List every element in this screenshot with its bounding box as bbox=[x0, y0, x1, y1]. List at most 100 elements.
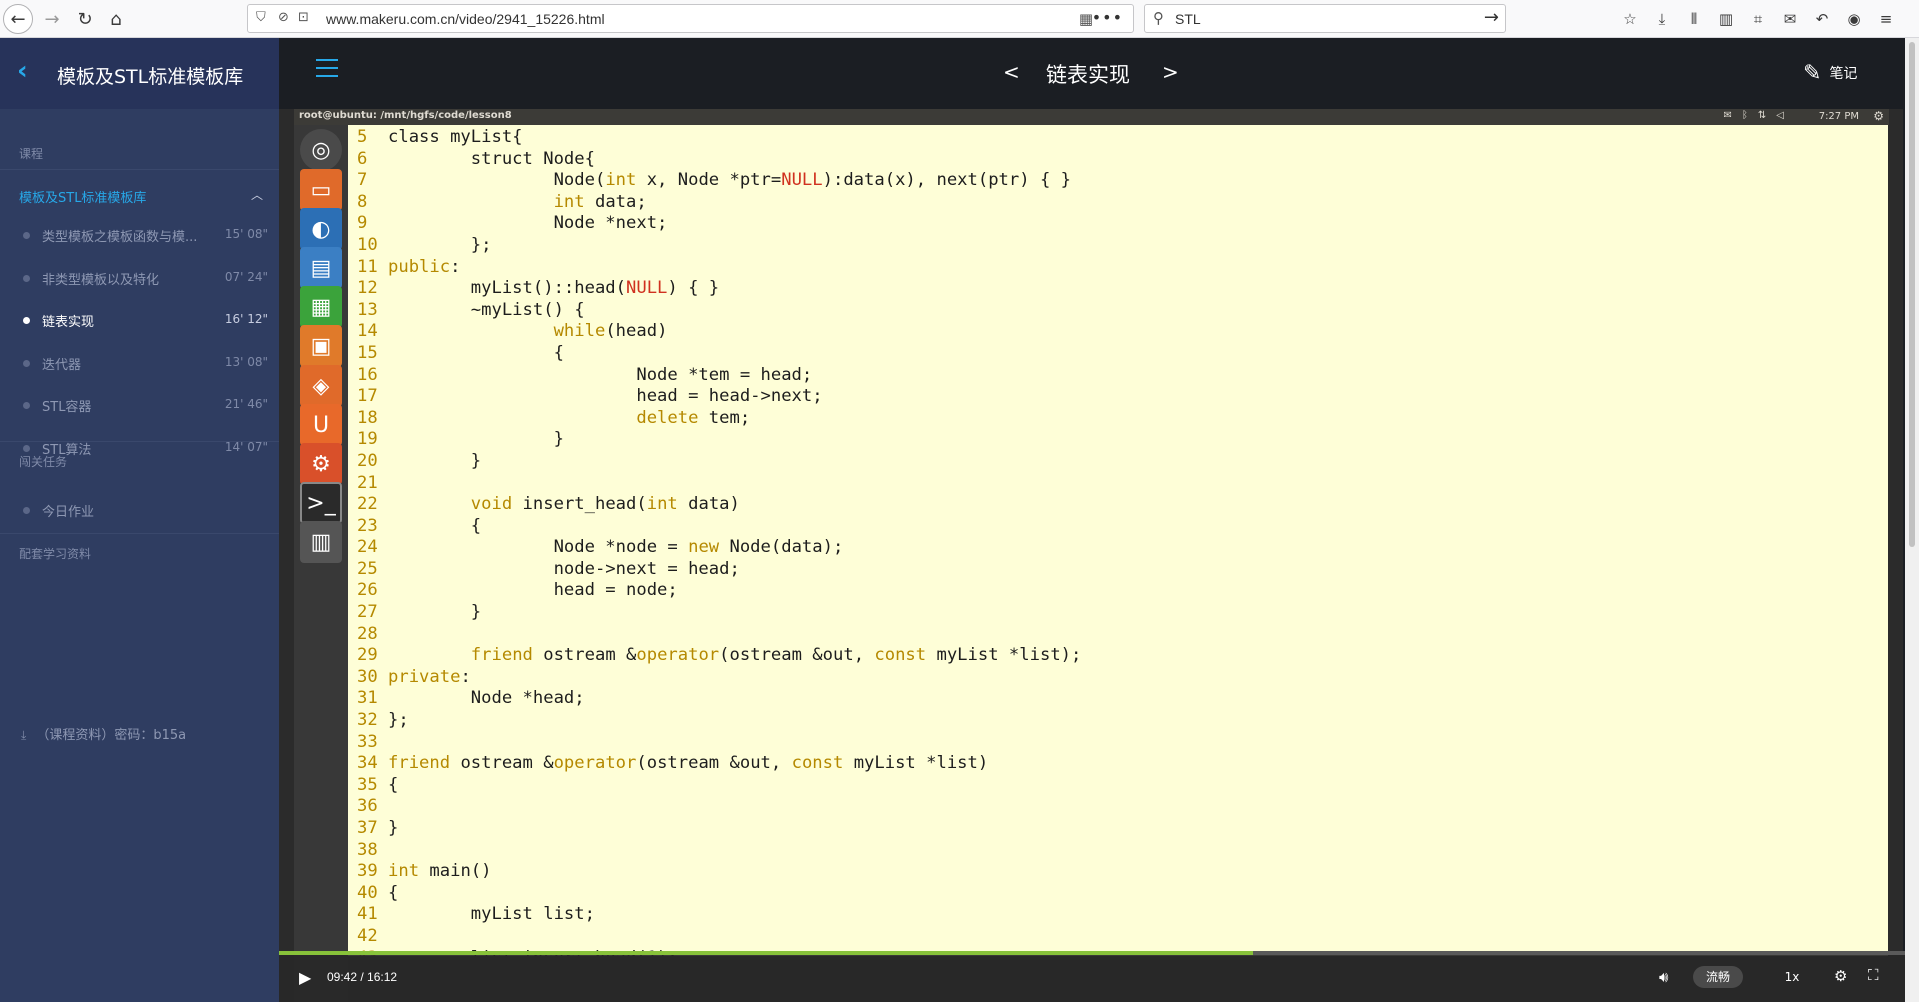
library-icon[interactable]: ⫴ bbox=[1684, 10, 1704, 28]
search-go-icon[interactable]: → bbox=[1484, 7, 1499, 28]
homework-item[interactable]: 今日作业 bbox=[0, 485, 279, 537]
code-line: 12 myList()::head(NULL) { } bbox=[357, 278, 1081, 300]
line-text: void insert_head(int data) bbox=[470, 494, 740, 515]
volume-icon[interactable]: 🔊︎ bbox=[1659, 968, 1668, 986]
line-number: 41 bbox=[357, 904, 378, 925]
browser-toolbar-icons: ☆ ⤓ ⫴ ▥ ⌗ ✉ ↶ ◉ ≡ bbox=[1620, 6, 1896, 32]
fullscreen-icon[interactable]: ⛶ bbox=[1868, 966, 1879, 984]
line-number: 32 bbox=[357, 710, 378, 731]
home-button[interactable]: ⌂ bbox=[101, 4, 131, 34]
line-number: 29 bbox=[357, 645, 378, 666]
terminal-icon: >_ bbox=[300, 482, 342, 524]
code-line: 31 Node *head; bbox=[357, 688, 1081, 710]
line-text: Node *next; bbox=[388, 213, 668, 234]
download-icon[interactable]: ⤓ bbox=[1652, 10, 1672, 28]
line-number: 7 bbox=[357, 170, 368, 191]
sidebar-icon[interactable]: ▥ bbox=[1716, 10, 1736, 28]
line-text: { bbox=[388, 515, 482, 536]
code-line: 14 while(head) bbox=[357, 321, 1081, 343]
line-text: int data; bbox=[553, 191, 647, 212]
player-controls: ▶ 09:42 / 16:12 🔊︎ 流畅 1x ⚙ ⛶ bbox=[279, 955, 1905, 1002]
search-bar[interactable]: ⚲ STL → bbox=[1144, 4, 1506, 33]
search-input[interactable]: STL bbox=[1175, 11, 1201, 27]
scrollbar-thumb[interactable] bbox=[1909, 42, 1915, 547]
hamburger-menu-icon[interactable] bbox=[316, 57, 340, 79]
account-icon[interactable]: ◉ bbox=[1844, 10, 1864, 28]
chevron-left-icon[interactable]: ‹ bbox=[17, 56, 28, 86]
section-course-label: 课程 bbox=[19, 147, 44, 161]
code-line: 5 class myList{ bbox=[357, 127, 1081, 149]
line-text: myList()::head(NULL) { } bbox=[388, 278, 720, 299]
code-line: 42 bbox=[357, 926, 1081, 948]
line-text: } bbox=[388, 818, 399, 838]
line-number: 8 bbox=[357, 191, 368, 212]
line-text: head = node; bbox=[388, 580, 678, 601]
chevron-up-icon[interactable]: ︿ bbox=[251, 186, 263, 203]
firefox-icon: ◐ bbox=[300, 208, 342, 250]
bullet-dot bbox=[23, 274, 30, 282]
line-text: struct Node{ bbox=[388, 148, 595, 169]
line-number: 9 bbox=[357, 213, 368, 234]
code-line: 25 node->next = head; bbox=[357, 559, 1081, 581]
line-text: friend ostream &operator(ostream &out, c… bbox=[388, 753, 989, 774]
page-scrollbar[interactable] bbox=[1905, 38, 1919, 1002]
speed-selector[interactable]: 1x bbox=[1773, 966, 1811, 988]
line-text: private: bbox=[388, 666, 471, 687]
undo-icon[interactable]: ↶ bbox=[1812, 10, 1832, 28]
forward-button[interactable]: → bbox=[37, 4, 67, 34]
code-line: 24 Node *node = new Node(data); bbox=[357, 537, 1081, 559]
gear-icon[interactable]: ⚙ bbox=[1834, 967, 1847, 985]
line-text: myList list; bbox=[388, 904, 595, 925]
resource-download-link[interactable]: ⤓ （课程资料）密码：b15a bbox=[21, 724, 186, 743]
line-text: } bbox=[388, 450, 482, 471]
address-bar[interactable]: ⛉ ⊘ ⊡ www.makeru.com.cn/video/2941_15226… bbox=[247, 4, 1134, 33]
code-line: 16 Node *tem = head; bbox=[357, 365, 1081, 387]
tray-icons: ✉ ᛒ ⇅ ◁ bbox=[1724, 110, 1784, 121]
site-info-icon[interactable]: ⊡ bbox=[298, 10, 309, 25]
volume-icon: ◁ bbox=[1776, 110, 1784, 121]
line-text: ~myList() { bbox=[388, 299, 585, 320]
code-line: 22 void insert_head(int data) bbox=[357, 494, 1081, 516]
ubuntu-top-panel: root@ubuntu: /mnt/hgfs/code/lesson8 ✉ ᛒ … bbox=[294, 109, 1889, 125]
writer-icon: ▤ bbox=[300, 247, 342, 289]
home-icon: ⌂ bbox=[110, 8, 122, 30]
bullet-dot bbox=[23, 444, 30, 452]
back-button[interactable]: ← bbox=[3, 4, 33, 34]
page-actions-button[interactable]: ••• bbox=[1092, 8, 1123, 27]
blocked-permissions-icon[interactable]: ⊘ bbox=[278, 10, 289, 25]
line-number: 33 bbox=[357, 731, 378, 752]
chat-icon[interactable]: ✉ bbox=[1780, 10, 1800, 28]
settings-icon: ⚙ bbox=[300, 443, 342, 485]
code-line: 39 int main() bbox=[357, 861, 1081, 883]
line-text: } bbox=[388, 602, 482, 623]
download-icon: ⤓ bbox=[21, 728, 27, 742]
code-line: 27 } bbox=[357, 602, 1081, 624]
ubuntu-one-icon: U bbox=[300, 404, 342, 446]
homework-label: 今日作业 bbox=[42, 505, 95, 520]
video-player[interactable]: root@ubuntu: /mnt/hgfs/code/lesson8 ✉ ᛒ … bbox=[279, 109, 1903, 1002]
bullet-dot bbox=[23, 317, 30, 324]
next-lesson-button[interactable]: > bbox=[1162, 60, 1179, 84]
ubuntu-logo-icon: ◎ bbox=[300, 129, 342, 171]
lesson-duration: 21' 46" bbox=[224, 397, 268, 411]
code-line: 26 head = node; bbox=[357, 580, 1081, 602]
line-text: class myList{ bbox=[388, 127, 523, 147]
notes-button[interactable]: ✎ 笔记 bbox=[1803, 58, 1857, 88]
divider bbox=[0, 169, 279, 170]
url-text[interactable]: www.makeru.com.cn/video/2941_15226.html bbox=[326, 11, 605, 27]
reload-button[interactable]: ↻ bbox=[70, 4, 100, 34]
previous-lesson-button[interactable]: < bbox=[1003, 60, 1020, 84]
menu-icon[interactable]: ≡ bbox=[1876, 10, 1896, 28]
bookmark-star-icon[interactable]: ☆ bbox=[1620, 10, 1640, 28]
line-text: }; bbox=[388, 234, 492, 255]
code-line: 40 { bbox=[357, 883, 1081, 905]
screenshot-icon[interactable]: ⌗ bbox=[1748, 10, 1768, 28]
chapter-title[interactable]: 模板及STL标准模板库 bbox=[19, 187, 146, 206]
play-icon[interactable]: ▶ bbox=[299, 968, 311, 987]
quality-selector[interactable]: 流畅 bbox=[1693, 966, 1743, 988]
lesson-name: 迭代器 bbox=[42, 357, 82, 373]
line-number: 36 bbox=[357, 796, 378, 817]
resource-label: （课程资料）密码：b15a bbox=[36, 728, 187, 743]
shield-icon[interactable]: ⛉ bbox=[256, 10, 266, 25]
course-title: 模板及STL标准模板库 bbox=[57, 66, 244, 88]
